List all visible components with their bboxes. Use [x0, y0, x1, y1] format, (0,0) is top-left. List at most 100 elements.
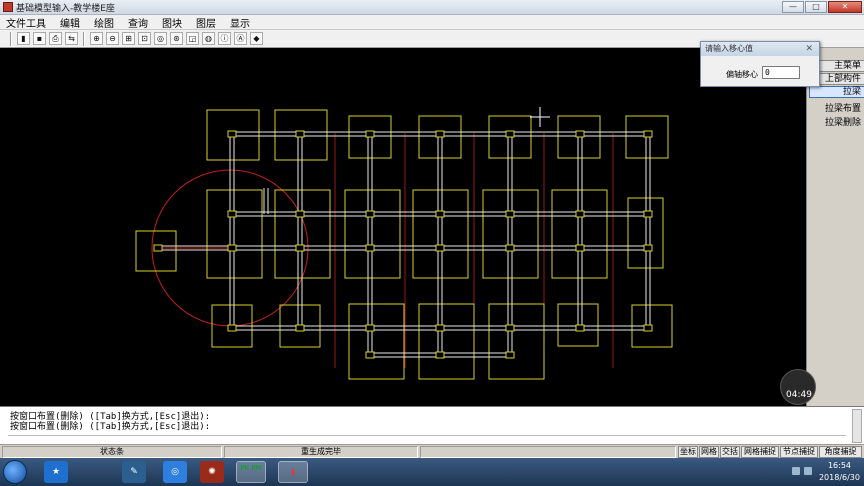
text-icon[interactable]: Ⓐ — [234, 32, 247, 45]
windows-taskbar: ★ ✎ ◎ ✺ PK PM ⬇ 16:54 2018/6/30 — [0, 458, 864, 486]
toolbar-separator — [10, 31, 12, 46]
offset-label: 偏轴移心 — [726, 70, 758, 79]
column-marker — [295, 210, 305, 218]
info-icon[interactable]: ⓘ — [218, 32, 231, 45]
save-icon[interactable]: ▪ — [33, 32, 46, 45]
foundation-pad — [348, 303, 405, 380]
column-marker — [365, 324, 375, 332]
column-marker — [575, 324, 585, 332]
drawing-canvas[interactable] — [0, 48, 806, 406]
menu-draw[interactable]: 绘图 — [94, 15, 114, 30]
column-marker — [505, 351, 515, 359]
menu-display[interactable]: 显示 — [230, 15, 250, 30]
window-title: 基础模型输入-教学楼E座 — [16, 4, 115, 14]
foundation-pad — [488, 303, 545, 380]
app-logo-icon — [3, 2, 13, 12]
column-marker — [153, 244, 163, 252]
toggle-node-snap[interactable]: 节点捕捉 — [780, 446, 818, 458]
column-marker — [505, 324, 515, 332]
column-marker — [435, 244, 445, 252]
toggle-angle-snap[interactable]: 角度捕捉 — [819, 446, 862, 458]
column-marker — [643, 210, 653, 218]
view-3d-icon[interactable]: ◲ — [186, 32, 199, 45]
folder-icon[interactable]: ▮ — [17, 32, 30, 45]
app-download-icon[interactable]: ⬇ — [278, 461, 308, 483]
column-marker — [505, 244, 515, 252]
tie-beam-place-item[interactable]: 拉梁布置 — [825, 101, 861, 114]
column-marker — [505, 210, 515, 218]
toggle-grid[interactable]: 网格 — [699, 446, 719, 458]
column-marker — [365, 244, 375, 252]
zoom-previous-icon[interactable]: ◎ — [154, 32, 167, 45]
clock-date: 2018/6/30 — [818, 473, 860, 482]
dialog-title: 请输入移心值 — [701, 42, 819, 56]
column-marker — [505, 130, 515, 138]
toggle-grid-snap[interactable]: 网格捕捉 — [741, 446, 779, 458]
timer-label: 04:49 — [786, 390, 812, 400]
right-menu-panel: 主菜单 上部构件 拉梁 拉梁布置 拉梁删除 — [806, 48, 864, 406]
app-browser-icon[interactable]: ◎ — [163, 461, 187, 483]
foundation-pad — [551, 189, 608, 279]
menu-block[interactable]: 图块 — [162, 15, 182, 30]
command-scrollbar[interactable] — [852, 409, 862, 443]
zoom-realtime-icon[interactable]: ⊛ — [170, 32, 183, 45]
close-button[interactable]: ✕ — [828, 1, 862, 13]
regen-status: 重生成完毕 — [224, 446, 418, 458]
zoom-window-icon[interactable]: ⊞ — [122, 32, 135, 45]
render-icon[interactable]: ◍ — [202, 32, 215, 45]
menu-layer[interactable]: 图层 — [196, 15, 216, 30]
column-marker — [295, 130, 305, 138]
toolbar-separator — [83, 31, 85, 46]
start-orb-icon[interactable] — [3, 460, 27, 484]
zoom-extents-icon[interactable]: ⊡ — [138, 32, 151, 45]
status-bar: 状态条 重生成完毕 坐标 网格 交括 网格捕捉 节点捕捉 角度捕捉 — [0, 444, 864, 458]
window-controls: — □ ✕ — [782, 1, 862, 13]
column-marker — [295, 324, 305, 332]
app-star-icon[interactable]: ★ — [44, 461, 68, 483]
column-marker — [365, 351, 375, 359]
recording-timer: 04:49 — [780, 369, 816, 405]
maximize-button[interactable]: □ — [805, 1, 827, 13]
application-window: 基础模型输入-教学楼E座 — □ ✕ 文件工具 编辑 绘图 查询 图块 图层 显… — [0, 0, 864, 486]
column-marker — [435, 351, 445, 359]
print-icon[interactable]: ⎙ — [49, 32, 62, 45]
foundation-pad — [412, 189, 469, 279]
menu-file-tools[interactable]: 文件工具 — [6, 15, 46, 30]
toggle-coordinates[interactable]: 坐标 — [678, 446, 698, 458]
column-marker — [643, 244, 653, 252]
eccentricity-dialog: 请输入移心值 ✕ 偏轴移心 0 — [700, 41, 820, 87]
export-icon[interactable]: ⇆ — [65, 32, 78, 45]
column-marker — [227, 244, 237, 252]
dialog-close-icon[interactable]: ✕ — [805, 44, 813, 54]
toggle-intersection[interactable]: 交括 — [720, 446, 740, 458]
tray-network-icon[interactable] — [792, 467, 800, 475]
column-marker — [435, 324, 445, 332]
menu-bar: 文件工具 编辑 绘图 查询 图块 图层 显示 — [0, 15, 864, 30]
column-marker — [643, 324, 653, 332]
command-history-line: 按窗口布置(删除) ([Tab]换方式,[Esc]退出): — [10, 422, 211, 432]
zoom-out-icon[interactable]: ⊖ — [106, 32, 119, 45]
app-gear-icon[interactable]: ✺ — [200, 461, 224, 483]
taskbar-clock[interactable]: 16:54 2018/6/30 — [819, 460, 860, 484]
column-marker — [435, 130, 445, 138]
tray-volume-icon[interactable] — [804, 467, 812, 475]
column-marker — [435, 210, 445, 218]
column-marker — [643, 130, 653, 138]
layer-icon[interactable]: ◆ — [250, 32, 263, 45]
column-marker — [227, 130, 237, 138]
cad-drawing[interactable] — [0, 48, 806, 406]
offset-input[interactable]: 0 — [762, 66, 800, 79]
foundation-pad — [418, 303, 475, 380]
tie-beam-delete-item[interactable]: 拉梁删除 — [825, 115, 861, 128]
zoom-in-icon[interactable]: ⊕ — [90, 32, 103, 45]
tie-beam-section-button[interactable]: 拉梁 — [809, 86, 864, 98]
command-input[interactable] — [8, 435, 846, 444]
system-tray-icons — [792, 467, 812, 475]
minimize-button[interactable]: — — [782, 1, 804, 13]
column-marker — [575, 210, 585, 218]
column-marker — [295, 244, 305, 252]
menu-edit[interactable]: 编辑 — [60, 15, 80, 30]
app-notes-icon[interactable]: ✎ — [122, 461, 146, 483]
menu-query[interactable]: 查询 — [128, 15, 148, 30]
app-pkpm-icon[interactable]: PK PM — [236, 461, 266, 483]
